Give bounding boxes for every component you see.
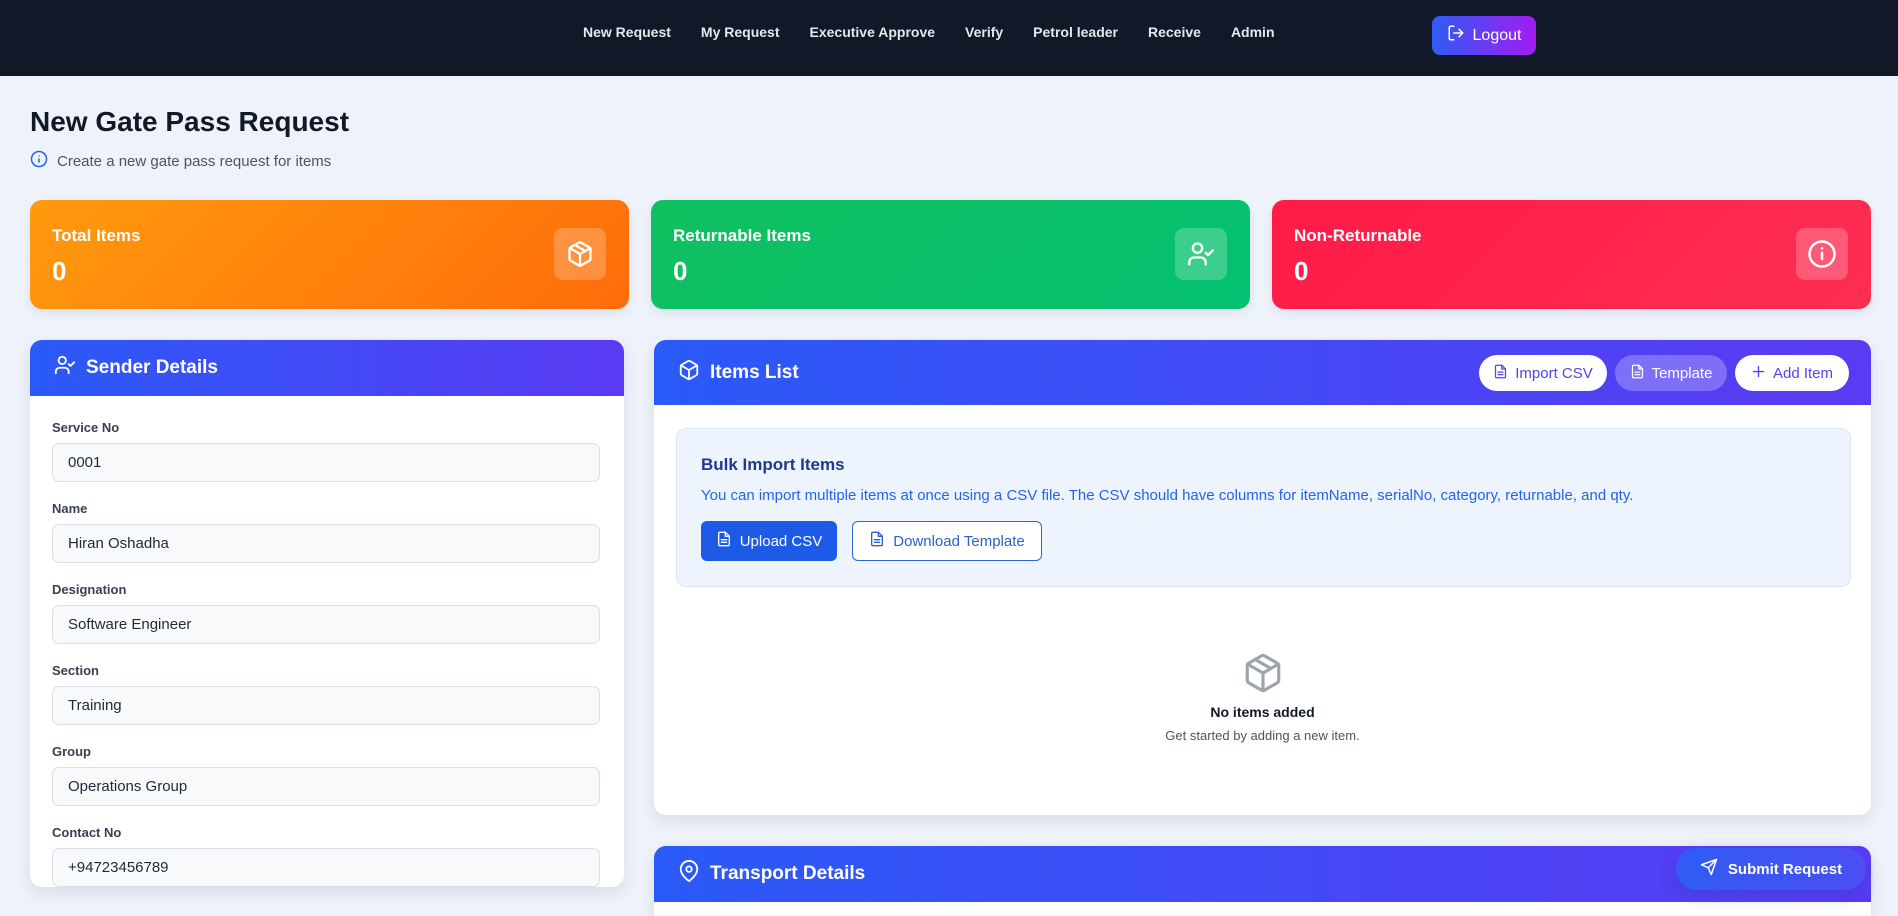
download-template-label: Download Template	[893, 532, 1025, 550]
package-icon	[678, 359, 700, 387]
map-pin-icon	[678, 860, 700, 888]
info-icon	[30, 150, 48, 172]
field-label: Group	[52, 744, 91, 759]
field-label: Service No	[52, 420, 120, 435]
contact-no-input[interactable]: +94723456789	[52, 848, 600, 887]
send-icon	[1700, 858, 1718, 880]
info-icon	[1796, 228, 1848, 280]
field-label: Designation	[52, 582, 127, 597]
page-title: New Gate Pass Request	[30, 106, 350, 137]
file-icon	[716, 531, 732, 551]
logout-icon	[1447, 24, 1465, 47]
sender-details-title: Sender Details	[86, 357, 218, 378]
file-icon	[869, 531, 885, 551]
submit-request-label: Submit Request	[1727, 860, 1843, 878]
user-check-icon	[1175, 228, 1227, 280]
field-label: Contact No	[52, 825, 122, 840]
designation-input[interactable]: Software Engineer	[52, 605, 600, 644]
add-item-label: Add Item	[1772, 364, 1834, 382]
page-subtitle: Create a new gate pass request for items	[30, 150, 331, 172]
stat-label: Non-Returnable	[1294, 226, 1422, 245]
stat-value: 0	[52, 256, 67, 286]
designation-field: Designation Software Engineer	[52, 582, 600, 644]
group-input[interactable]: Operations Group	[52, 767, 600, 806]
stat-card-returnable-items: Returnable Items 0	[651, 200, 1250, 309]
field-label: Name	[52, 501, 88, 516]
user-check-icon	[54, 354, 76, 382]
submit-request-button[interactable]: Submit Request	[1676, 848, 1866, 890]
bulk-import-description: You can import multiple items at once us…	[701, 487, 1634, 504]
stat-label: Total Items	[52, 226, 141, 245]
download-template-button[interactable]: Download Template	[852, 521, 1042, 561]
contact-no-field: Contact No +94723456789	[52, 825, 600, 887]
name-field: Name Hiran Oshadha	[52, 501, 600, 563]
service-no-field: Service No 0001	[52, 420, 600, 482]
file-icon	[1493, 364, 1508, 383]
file-icon	[1630, 364, 1645, 383]
bulk-import-title: Bulk Import Items	[701, 455, 845, 474]
group-field: Group Operations Group	[52, 744, 600, 806]
nav-admin[interactable]: Admin	[1231, 24, 1275, 40]
bulk-import-box: Bulk Import Items You can import multipl…	[676, 428, 1851, 587]
empty-state-description: Get started by adding a new item.	[1165, 728, 1360, 743]
logout-label: Logout	[1472, 26, 1522, 44]
stat-card-total-items: Total Items 0	[30, 200, 629, 309]
sender-details-panel: Sender Details Service No 0001 Name Hira…	[30, 340, 624, 887]
stat-value: 0	[1294, 256, 1309, 286]
nav-verify[interactable]: Verify	[965, 24, 1003, 40]
template-label: Template	[1651, 364, 1713, 382]
upload-csv-button[interactable]: Upload CSV	[701, 521, 837, 561]
package-icon	[554, 228, 606, 280]
stat-value: 0	[673, 256, 688, 286]
sender-details-header: Sender Details	[30, 340, 624, 396]
field-label: Section	[52, 663, 99, 678]
plus-icon	[1751, 364, 1766, 383]
section-input[interactable]: Training	[52, 686, 600, 725]
nav-petrol-leader[interactable]: Petrol leader	[1033, 24, 1118, 40]
name-input[interactable]: Hiran Oshadha	[52, 524, 600, 563]
items-list-header: Items List Import CSV Template Add Item	[654, 340, 1871, 405]
empty-state-title: No items added	[1210, 704, 1315, 720]
package-icon	[1242, 652, 1284, 694]
logout-button[interactable]: Logout	[1432, 16, 1536, 55]
import-csv-button[interactable]: Import CSV	[1479, 355, 1607, 391]
nav-executive-approve[interactable]: Executive Approve	[810, 24, 936, 40]
top-navbar: New Request My Request Executive Approve…	[0, 0, 1898, 76]
subtitle-text: Create a new gate pass request for items	[57, 152, 332, 170]
upload-csv-label: Upload CSV	[739, 532, 823, 550]
section-field: Section Training	[52, 663, 600, 725]
import-csv-label: Import CSV	[1515, 364, 1593, 382]
stat-label: Returnable Items	[673, 226, 811, 245]
add-item-button[interactable]: Add Item	[1735, 355, 1849, 391]
nav-new-request[interactable]: New Request	[583, 24, 671, 40]
transport-details-title: Transport Details	[710, 863, 866, 884]
empty-state: No items added Get started by adding a n…	[654, 652, 1871, 743]
items-list-panel: Items List Import CSV Template Add Item …	[654, 340, 1871, 815]
main-nav: New Request My Request Executive Approve…	[583, 24, 1305, 40]
template-button[interactable]: Template	[1615, 355, 1727, 391]
service-no-input[interactable]: 0001	[52, 443, 600, 482]
nav-my-request[interactable]: My Request	[701, 24, 780, 40]
stat-card-non-returnable: Non-Returnable 0	[1272, 200, 1871, 309]
nav-receive[interactable]: Receive	[1148, 24, 1201, 40]
items-list-title: Items List	[710, 361, 799, 383]
